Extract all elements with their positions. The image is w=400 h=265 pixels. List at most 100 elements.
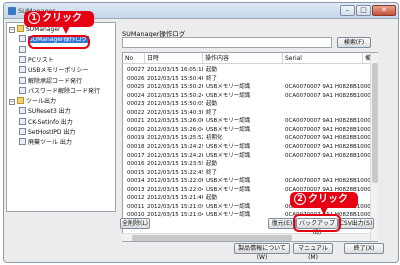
cell-datetime: 2012/03/15 15:50:26 <box>147 84 203 91</box>
cell-operation: USBメモリー認識 <box>206 178 251 185</box>
tree-item-label: SUManager <box>26 26 61 33</box>
cell-datetime: 2012/03/15 15:21:09 <box>147 203 203 210</box>
vertical-scrollbar[interactable] <box>370 53 378 241</box>
minimize-button[interactable]: – <box>340 5 355 16</box>
about-button[interactable]: 製品情報について(W) <box>234 243 290 261</box>
table-row[interactable]: 00026 2012/03/15 15:50:46 終了 <box>123 75 371 84</box>
tree-item[interactable]: SUReset3 出力 <box>19 107 71 117</box>
tree-item-label: 解除承認コード発行 <box>28 77 83 85</box>
manual-button[interactable]: マニュアル(M) <box>293 243 333 261</box>
document-icon <box>19 35 26 43</box>
cell-operation: 終了 <box>206 169 218 176</box>
tree-item[interactable]: PCリスト <box>19 55 54 66</box>
tree-item-label: SetHostIPD 出力 <box>28 129 76 136</box>
cell-serial: 0CA0070007 9A1 H0828B10000 <box>285 152 371 159</box>
cell-operation: USBメモリー認識 <box>206 92 251 99</box>
restore-button[interactable]: 復元(E) <box>268 218 296 229</box>
cell-operation: 初期化 <box>206 135 223 142</box>
exit-button[interactable]: 終了(X) <box>344 243 384 254</box>
cell-datetime: 2012/03/15 15:22:45 <box>147 169 203 176</box>
cell-no: 00025 <box>127 84 145 91</box>
table-row[interactable]: 00021 2012/03/15 15:26:06 USBメモリー認識 0CA0070… <box>123 117 371 126</box>
cell-no: 00020 <box>127 126 145 133</box>
tree-item[interactable]: パスワード解除コード発行 <box>19 86 101 97</box>
table-row[interactable]: 00023 2012/03/15 15:50:05 起動 <box>123 100 371 109</box>
folder-icon <box>17 25 24 32</box>
table-row[interactable]: 00017 2012/03/15 15:24:26 USBメモリー認識 0CA0070… <box>123 152 371 161</box>
column-header-operation[interactable]: 操作内容 <box>203 53 283 64</box>
tree-item-label: SUReset3 出力 <box>28 108 71 116</box>
cell-datetime: 2012/03/15 15:50:46 <box>147 75 203 82</box>
cell-datetime: 2012/03/15 15:24:26 <box>147 152 203 159</box>
horizontal-scroll-thumb[interactable] <box>132 235 292 241</box>
delete-all-button[interactable]: 全削除(L) <box>120 218 150 229</box>
tree-item[interactable]: 廃棄ツール 出力 <box>19 138 72 148</box>
callout-step2: 2 クリック <box>290 192 358 208</box>
cell-no: 00017 <box>127 152 145 159</box>
table-row[interactable]: 00020 2012/03/15 15:26:04 USBメモリー認識 0CA0070… <box>123 126 371 135</box>
tree-item[interactable]: 解除承認コード発行 <box>19 76 83 87</box>
table-row[interactable]: 00024 2012/03/15 15:50:24 USBメモリー認識 0CA0070… <box>123 92 371 101</box>
tree-item-label: USBメモリーポリシー <box>28 67 89 75</box>
table-row[interactable]: 00016 2012/03/15 15:23:59 起動 <box>123 160 371 169</box>
cell-no: 00014 <box>127 178 145 185</box>
tree-item-label: パスワード解除コード発行 <box>28 87 101 95</box>
step-number: 2 <box>294 193 306 205</box>
table-row[interactable]: 00019 2012/03/15 15:25:52 初期化 0CA0070007 9A… <box>123 134 371 143</box>
tree-item[interactable]: CK-SetInfo 出力 <box>19 117 73 128</box>
table-row[interactable]: 00027 2012/03/15 16:05:18 起動 <box>123 66 371 75</box>
column-header-datetime[interactable]: 日時 <box>145 53 203 64</box>
cell-datetime: 2012/03/15 16:05:18 <box>147 67 203 73</box>
callout-text: クリック <box>42 13 82 24</box>
cell-no: 00016 <box>127 161 145 168</box>
csv-export-button[interactable]: CSV出力(S) <box>338 218 374 229</box>
table-row[interactable]: 00015 2012/03/15 15:22:45 終了 <box>123 169 371 178</box>
cell-datetime: 2012/03/15 15:24:29 <box>147 143 203 150</box>
search-button[interactable]: 検索(F) <box>337 37 371 48</box>
tree-item[interactable]: SetHostIPD 出力 <box>19 128 75 138</box>
table-row[interactable]: 00014 2012/03/15 15:22:06 USBメモリー認識 0CA0070… <box>123 177 371 186</box>
document-icon <box>19 76 26 84</box>
cell-operation: 終了 <box>206 75 218 82</box>
table-row[interactable]: 00025 2012/03/15 15:50:26 USBメモリー認識 0CA0070… <box>123 83 371 92</box>
callout-step1: 1 クリック <box>24 11 94 27</box>
cell-operation: 起動 <box>206 161 218 168</box>
document-icon <box>19 55 26 63</box>
tree-item-label: PCリスト <box>28 56 54 64</box>
table-row[interactable]: 00018 2012/03/15 15:24:29 USBメモリー認識 0CA0070… <box>123 143 371 152</box>
highlight-box-step1 <box>28 35 90 49</box>
cell-datetime: 2012/03/15 15:50:24 <box>147 92 203 99</box>
table-row[interactable]: 00022 2012/03/15 15:40:30 終了 <box>123 109 371 118</box>
collapse-icon[interactable]: − <box>9 99 15 106</box>
cell-serial: 0CA0070007 9A1 H0828B10000 <box>285 178 371 185</box>
cell-operation: USBメモリー認識 <box>206 152 251 159</box>
log-table: No 日時 操作内容 Serial 備考 000272012/03/15 16:… <box>122 52 378 242</box>
maximize-button[interactable]: □ <box>356 5 371 16</box>
folder-icon <box>17 97 24 105</box>
horizontal-scrollbar[interactable] <box>122 233 370 241</box>
column-header-serial[interactable]: Serial <box>283 53 363 64</box>
cell-datetime: 2012/03/15 15:25:52 <box>147 135 203 142</box>
cell-serial: 0CA0070007 9A1 H0828B10000 <box>285 84 371 91</box>
tree-item[interactable]: USBメモリーポリシー <box>19 66 88 76</box>
tree-item[interactable] <box>19 45 28 56</box>
cell-datetime: 2012/03/15 15:26:06 <box>147 118 203 125</box>
vertical-scroll-thumb[interactable] <box>372 63 378 183</box>
search-input[interactable] <box>122 37 332 48</box>
cell-operation: USBメモリー認識 <box>206 212 251 219</box>
cell-no: 00015 <box>127 169 145 176</box>
tree-item-label: CK-SetInfo 出力 <box>28 118 73 126</box>
document-icon <box>19 45 26 53</box>
collapse-icon[interactable]: − <box>9 27 15 33</box>
cell-serial: 0CA0070007 9A1 H0828B10000 <box>285 135 371 142</box>
column-header-no[interactable]: No <box>123 53 145 64</box>
document-icon <box>19 138 26 146</box>
cell-datetime: 2012/03/15 15:23:59 <box>147 161 203 168</box>
cell-no: 00013 <box>127 186 145 193</box>
tree-item[interactable]: − ツール出力 <box>9 97 56 107</box>
cell-operation: USBメモリー認識 <box>206 143 251 150</box>
cell-datetime: 2012/03/15 15:40:30 <box>147 109 203 116</box>
cell-serial: 0CA0070007 9A1 H0828B10000 <box>285 92 371 99</box>
close-button[interactable]: ✕ <box>372 5 396 16</box>
tree-item-label: 廃棄ツール 出力 <box>28 139 72 147</box>
